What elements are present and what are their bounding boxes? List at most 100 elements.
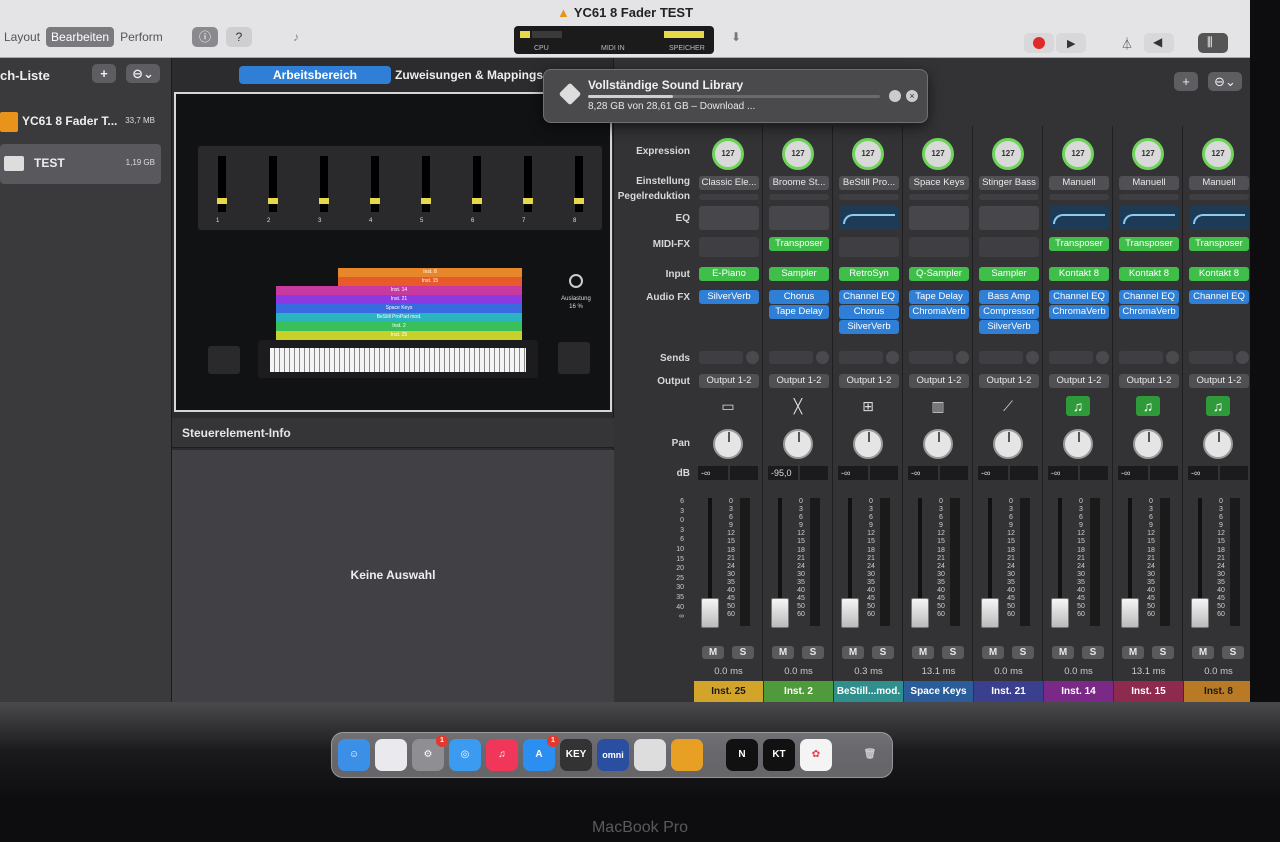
keys-icon[interactable]: ▥ — [926, 396, 950, 416]
kontakt-icon[interactable]: KT — [763, 739, 795, 771]
output-slot[interactable]: Output 1-2 — [769, 374, 829, 388]
help-button[interactable]: ? — [226, 27, 252, 47]
channel-name[interactable]: Space Keys — [904, 681, 973, 702]
audiofx-slot[interactable]: Channel EQ — [1119, 290, 1179, 304]
audiofx-slot[interactable]: Channel EQ — [1189, 290, 1249, 304]
fader-cap[interactable] — [1191, 598, 1209, 628]
pan-knob[interactable] — [1063, 429, 1093, 459]
audiofx-slot[interactable]: Chorus — [769, 290, 829, 304]
eq-slot[interactable] — [839, 206, 899, 230]
tuner-button[interactable]: ♪ — [283, 27, 309, 47]
midifx-slot[interactable] — [699, 237, 759, 257]
expression-knob[interactable]: 127 — [1202, 138, 1234, 170]
setting-name[interactable]: Stinger Bass — [979, 176, 1039, 190]
channel-name[interactable]: Inst. 14 — [1044, 681, 1113, 702]
input-slot[interactable]: Sampler — [769, 267, 829, 281]
layer-bar[interactable]: Inst. 14 — [276, 286, 522, 295]
mixer-options-button[interactable]: ⊖⌄ — [1208, 72, 1242, 91]
mode-perform[interactable]: Perform — [116, 27, 167, 47]
bass-icon[interactable]: ⟋ — [996, 396, 1020, 416]
setting-name[interactable]: Classic Ele... — [699, 176, 759, 190]
output-slot[interactable]: Output 1-2 — [1119, 374, 1179, 388]
pan-knob[interactable] — [853, 429, 883, 459]
fader-cap[interactable] — [771, 598, 789, 628]
launchpad-icon[interactable] — [375, 739, 407, 771]
send-slot[interactable] — [1189, 351, 1233, 364]
mode-layout[interactable]: Layout — [0, 27, 44, 47]
audiofx-slot[interactable]: ChromaVerb — [909, 305, 969, 319]
mute-button[interactable]: M — [842, 646, 864, 659]
tab-zuweisungen[interactable]: Zuweisungen & Mappings — [394, 66, 544, 84]
fader-cap[interactable] — [1051, 598, 1069, 628]
output-slot[interactable]: Output 1-2 — [1189, 374, 1249, 388]
mainstage-icon[interactable] — [671, 739, 703, 771]
input-slot[interactable]: Kontakt 8 — [1119, 267, 1179, 281]
fader-cap[interactable] — [981, 598, 999, 628]
setting-name[interactable]: BeStill Pro... — [839, 176, 899, 190]
setting-name[interactable]: Manuell — [1189, 176, 1249, 190]
send-knob[interactable] — [1166, 351, 1179, 364]
solo-button[interactable]: S — [1222, 646, 1244, 659]
send-knob[interactable] — [886, 351, 899, 364]
input-slot[interactable]: Sampler — [979, 267, 1039, 281]
send-knob[interactable] — [956, 351, 969, 364]
send-slot[interactable] — [839, 351, 883, 364]
audiofx-slot[interactable]: Tape Delay — [909, 290, 969, 304]
music-icon[interactable]: ♫ — [486, 739, 518, 771]
mute-button[interactable]: M — [702, 646, 724, 659]
patch-item[interactable]: YC61 8 Fader T... 33,7 MB — [0, 102, 161, 142]
layer-bar[interactable]: Inst. 15 — [338, 277, 522, 286]
fader-cap[interactable] — [1121, 598, 1139, 628]
trash-icon[interactable]: 🗑 — [854, 739, 886, 771]
eq-slot[interactable] — [1049, 206, 1109, 230]
info-button[interactable]: ⓘ — [192, 27, 218, 47]
solo-button[interactable]: S — [1012, 646, 1034, 659]
pan-knob[interactable] — [783, 429, 813, 459]
midifx-slot[interactable] — [909, 237, 969, 257]
eq-slot[interactable] — [1119, 206, 1179, 230]
output-slot[interactable]: Output 1-2 — [979, 374, 1039, 388]
audiofx-slot[interactable]: ChromaVerb — [1119, 305, 1179, 319]
photos-icon[interactable]: ✿ — [800, 739, 832, 771]
record-button[interactable] — [1024, 33, 1054, 53]
audiofx-slot[interactable]: Channel EQ — [1049, 290, 1109, 304]
native-access-icon[interactable]: N — [726, 739, 758, 771]
layer-bar[interactable]: Inst. 25 — [276, 331, 522, 340]
mute-button[interactable]: M — [1122, 646, 1144, 659]
pan-knob[interactable] — [713, 429, 743, 459]
download-button[interactable]: ⬇ — [723, 27, 749, 47]
fader-cap[interactable] — [701, 598, 719, 628]
audiofx-slot[interactable]: SilverVerb — [839, 320, 899, 334]
eq-slot[interactable] — [1189, 206, 1249, 230]
expression-knob[interactable]: 127 — [782, 138, 814, 170]
midifx-slot[interactable]: Transposer — [769, 237, 829, 251]
channel-name[interactable]: Inst. 15 — [1114, 681, 1183, 702]
mute-button[interactable]: M — [1192, 646, 1214, 659]
add-patch-button[interactable]: + — [92, 64, 116, 83]
solo-button[interactable]: S — [732, 646, 754, 659]
solo-button[interactable]: S — [872, 646, 894, 659]
pitch-wheel[interactable] — [208, 346, 240, 374]
settings-icon[interactable]: ⚙ 1 — [412, 735, 448, 771]
send-knob[interactable] — [746, 351, 759, 364]
channel-name[interactable]: Inst. 2 — [764, 681, 833, 702]
add-channel-button[interactable]: + — [1174, 72, 1198, 91]
layer-bar[interactable]: Inst. 21 — [276, 295, 522, 304]
solo-button[interactable]: S — [942, 646, 964, 659]
expression-knob[interactable]: 127 — [922, 138, 954, 170]
channel-name[interactable]: Inst. 21 — [974, 681, 1043, 702]
eq-slot[interactable] — [909, 206, 969, 230]
audiofx-slot[interactable]: Tape Delay — [769, 305, 829, 319]
pan-knob[interactable] — [993, 429, 1023, 459]
play-button[interactable]: ▶ — [1056, 33, 1086, 53]
audiofx-slot[interactable]: Bass Amp — [979, 290, 1039, 304]
tab-arbeitsbereich[interactable]: Arbeitsbereich — [239, 66, 391, 84]
mixer-toggle-button[interactable]: ⫼ — [1198, 33, 1228, 53]
input-slot[interactable]: Kontakt 8 — [1189, 267, 1249, 281]
music-note-icon[interactable]: ♫ — [1066, 396, 1090, 416]
send-slot[interactable] — [699, 351, 743, 364]
setting-name[interactable]: Manuell — [1119, 176, 1179, 190]
patch-options-button[interactable]: ⊖⌄ — [126, 64, 160, 83]
layout-canvas[interactable]: 12345678 Inst. 8 Inst. 15 Inst. 14 Inst. 21… — [174, 92, 612, 412]
expression-knob[interactable]: 127 — [992, 138, 1024, 170]
